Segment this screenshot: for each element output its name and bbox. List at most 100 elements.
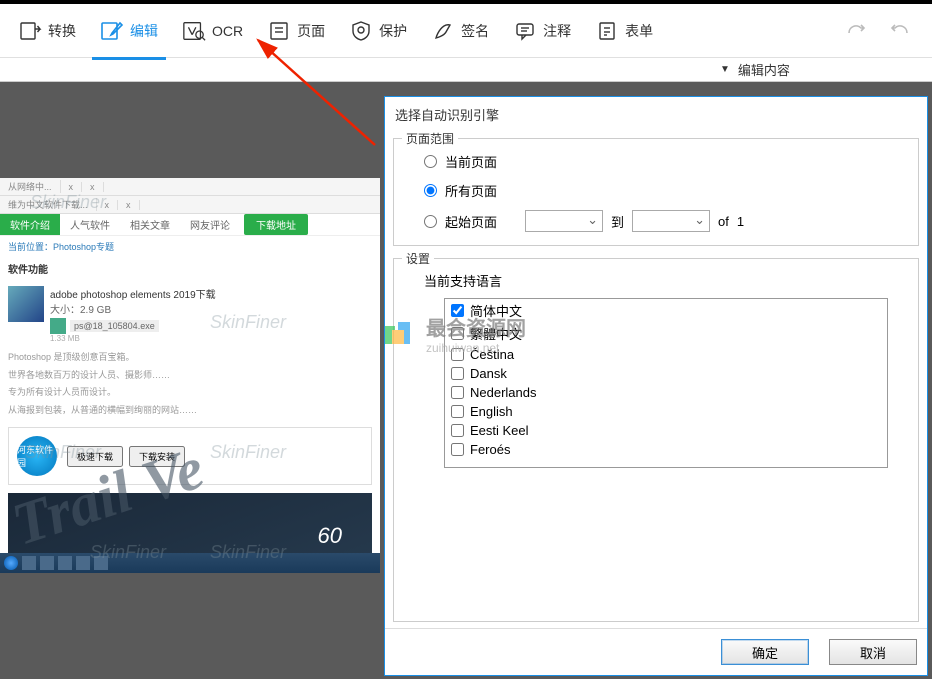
cancel-button[interactable]: 取消 [829, 639, 917, 665]
toolbar-right-group [844, 19, 922, 43]
tool-annotate[interactable]: 注释 [505, 15, 579, 47]
edit-icon [100, 19, 124, 43]
total-pages: 1 [737, 214, 744, 229]
shield-icon [349, 19, 373, 43]
dialog-footer: 确定 取消 [385, 628, 927, 675]
tool-ocr-label: OCR [212, 23, 243, 39]
language-checkbox[interactable] [451, 367, 464, 380]
settings-fieldset: 设置 当前支持语言 简体中文繁體中文ČeštinaDanskNederlands… [393, 258, 919, 622]
radio-all-input[interactable] [424, 184, 437, 197]
language-label: Čeština [470, 347, 514, 362]
software-item: adobe photoshop elements 2019下载 大小：2.9 G… [0, 280, 380, 349]
tab-hot: 人气软件 [60, 214, 120, 235]
language-label: English [470, 404, 513, 419]
exe-name: ps@18_105804.exe [70, 320, 159, 332]
radio-all-pages[interactable]: 所有页面 [404, 176, 908, 205]
browser-tab: x [82, 182, 104, 192]
language-label: 繁體中文 [470, 324, 522, 343]
tool-form-label: 表单 [625, 21, 653, 41]
language-checkbox[interactable] [451, 424, 464, 437]
settings-legend: 设置 [402, 250, 434, 267]
site-logo: 河东软件园 [17, 436, 57, 476]
tool-ocr[interactable]: OCR [174, 15, 251, 47]
language-item[interactable]: 繁體中文 [445, 322, 887, 345]
language-item[interactable]: English [445, 402, 887, 421]
radio-all-label: 所有页面 [445, 181, 497, 200]
to-page-combo[interactable] [632, 210, 710, 232]
from-page-combo[interactable] [525, 210, 603, 232]
language-label: Eesti Keel [470, 423, 529, 438]
taskbar-item [58, 556, 72, 570]
desc-para: 专为所有设计人员而设计。 [0, 384, 380, 402]
edit-content-label[interactable]: 编辑内容 [738, 60, 790, 79]
page-icon [267, 19, 291, 43]
undo-button[interactable] [888, 19, 912, 43]
desc-para: 从海报到包装，从普通的横幅到绚丽的网站…… [0, 402, 380, 420]
language-checkbox[interactable] [451, 386, 464, 399]
radio-current-page[interactable]: 当前页面 [404, 147, 908, 176]
language-support-label: 当前支持语言 [404, 267, 908, 294]
tab-download: 下载地址 [244, 214, 308, 235]
taskbar-item [94, 556, 108, 570]
tool-sign[interactable]: 签名 [423, 15, 497, 47]
ocr-dialog: 选择自动识别引擎 页面范围 当前页面 所有页面 起始页面 到 of 1 [384, 96, 928, 676]
language-checkbox[interactable] [451, 304, 464, 317]
language-label: Nederlands [470, 385, 537, 400]
install-button: 下载安装 [129, 446, 185, 467]
tool-convert[interactable]: 转换 [10, 15, 84, 47]
page-range-fieldset: 页面范围 当前页面 所有页面 起始页面 到 of 1 [393, 138, 919, 246]
language-checkbox[interactable] [451, 327, 464, 340]
browser-tab: 从网络中... [0, 180, 61, 193]
to-label: 到 [611, 212, 624, 231]
language-checkbox[interactable] [451, 443, 464, 456]
tool-page-label: 页面 [297, 21, 325, 41]
page-range-legend: 页面范围 [402, 130, 458, 147]
start-button [4, 556, 18, 570]
dialog-title: 选择自动识别引擎 [385, 97, 927, 132]
radio-start-input[interactable] [424, 215, 437, 228]
language-label: Dansk [470, 366, 507, 381]
language-item[interactable]: Eesti Keel [445, 421, 887, 440]
form-icon [595, 19, 619, 43]
browser-tab: x [97, 200, 119, 210]
software-meta: 大小：2.9 GB [50, 301, 216, 316]
sub-toolbar: ▼ 编辑内容 [0, 58, 932, 82]
radio-current-input[interactable] [424, 155, 437, 168]
exe-size: 1.33 MB [50, 334, 216, 343]
breadcrumb: 当前位置：Photoshop专题 [0, 236, 380, 257]
tab-comment: 网友评论 [180, 214, 240, 235]
ok-button[interactable]: 确定 [721, 639, 809, 665]
ocr-icon [182, 19, 206, 43]
browser-tabs: 从网络中... x x [0, 178, 380, 196]
radio-start-page[interactable]: 起始页面 到 of 1 [404, 205, 908, 237]
tool-protect-label: 保护 [379, 21, 407, 41]
language-list[interactable]: 简体中文繁體中文 Čeština Dansk Nederlands English Ees… [444, 298, 888, 468]
tool-form[interactable]: 表单 [587, 15, 661, 47]
document-canvas: 从网络中... x x 维为中文软件下载... x x 软件介绍 人气软件 相关… [0, 82, 932, 679]
language-checkbox[interactable] [451, 348, 464, 361]
language-item[interactable]: Dansk [445, 364, 887, 383]
tab-related: 相关文章 [120, 214, 180, 235]
language-item[interactable]: Feroés [445, 440, 887, 459]
redo-button[interactable] [844, 19, 868, 43]
radio-start-label: 起始页面 [445, 212, 497, 231]
document-preview: 从网络中... x x 维为中文软件下载... x x 软件介绍 人气软件 相关… [0, 178, 380, 573]
language-item[interactable]: Čeština [445, 345, 887, 364]
radio-current-label: 当前页面 [445, 152, 497, 171]
pen-icon [431, 19, 455, 43]
tool-page[interactable]: 页面 [259, 15, 333, 47]
language-label: Feroés [470, 442, 510, 457]
browser-tab: x [61, 182, 83, 192]
browser-tab: 维为中文软件下载... [0, 198, 97, 211]
language-item[interactable]: Nederlands [445, 383, 887, 402]
tool-sign-label: 签名 [461, 21, 489, 41]
section-title: 软件功能 [0, 257, 380, 280]
language-checkbox[interactable] [451, 405, 464, 418]
browser-tab: x [118, 200, 140, 210]
language-item[interactable]: 简体中文 [445, 299, 887, 322]
convert-icon [18, 19, 42, 43]
dropdown-triangle-icon[interactable]: ▼ [720, 64, 730, 75]
tool-protect[interactable]: 保护 [341, 15, 415, 47]
tool-edit[interactable]: 编辑 [92, 15, 166, 47]
page-nav-tabs: 软件介绍 人气软件 相关文章 网友评论 下载地址 [0, 214, 380, 236]
